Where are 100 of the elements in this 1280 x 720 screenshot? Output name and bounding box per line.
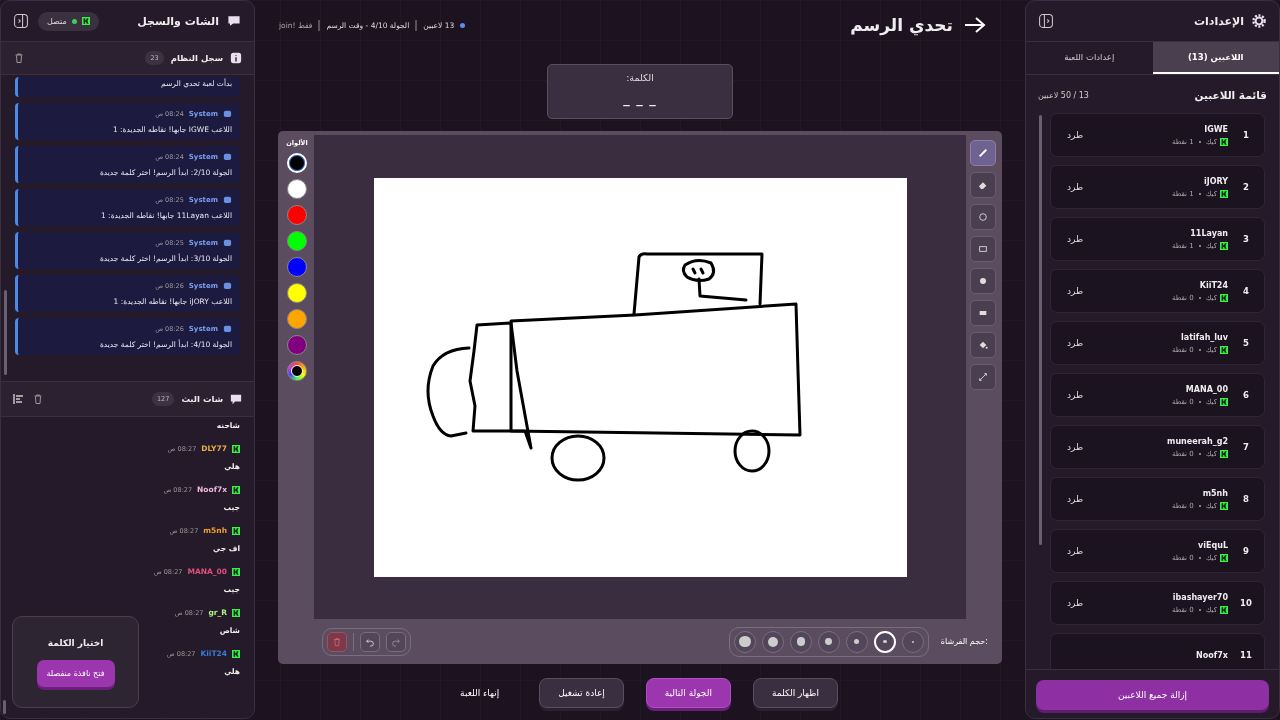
chat-icon [230,393,242,405]
rank: 2 [1242,182,1250,192]
remove-all-button[interactable]: إزالة جميع اللاعبين [1036,680,1269,710]
undo-button[interactable] [360,631,380,652]
logo-icon [1220,605,1228,614]
settings-icon [1251,13,1267,29]
bot-icon [223,324,232,333]
logo-icon [1220,241,1228,250]
brush-size-button[interactable] [761,630,784,653]
logo-icon [1220,189,1228,198]
bot-icon [223,109,232,118]
bot-icon [223,238,232,247]
brush-size-button[interactable] [789,630,812,653]
color-swatch[interactable] [287,283,307,303]
info-icon [230,52,242,64]
logo-icon [1220,553,1228,562]
tab[interactable]: إعدادات اللعبة [1026,42,1153,74]
logo-icon [232,649,240,658]
rank: 1 [1242,130,1250,140]
brush-size-label: حجم الفرشاة: [940,637,988,646]
collapse-icon[interactable] [1038,13,1054,29]
kick-button[interactable]: طرد [1063,180,1088,194]
rank: 7 [1242,442,1250,452]
player-count: 13 / 50 لاعبين [1038,90,1089,100]
line-icon [977,371,989,383]
brush-size-button[interactable] [733,630,756,653]
trash-icon[interactable] [32,393,44,405]
rectangle-icon [977,243,989,255]
tool-button[interactable] [970,300,996,326]
kick-button[interactable]: طرد [1063,492,1088,506]
rank: 9 [1242,546,1250,556]
hidden-word: _ _ _ [623,91,657,106]
logo-icon [81,17,90,25]
trash-icon [332,636,342,647]
panel-title: الإعدادات [1193,14,1244,28]
tool-button[interactable] [970,236,996,262]
tab[interactable]: اللاعبين (13) [1152,42,1279,74]
fill-icon [977,339,989,351]
logo-icon [1220,449,1228,458]
kick-button[interactable]: طرد [1063,440,1088,454]
player-name: latifah_luv [1180,332,1228,342]
tool-button[interactable] [970,364,996,390]
logo-icon [1220,137,1228,146]
kick-button[interactable]: طرد [1063,128,1088,142]
tool-button[interactable] [970,172,996,198]
circle-icon [977,211,989,223]
open-window-button[interactable]: فتح نافذة منفصلة [36,659,115,687]
logo-icon [232,608,240,617]
tool-button[interactable] [970,332,996,358]
tool-button[interactable] [970,140,996,166]
logo-icon [1220,501,1228,510]
action-button[interactable]: الجولة التالية [645,678,731,708]
color-swatch[interactable] [287,179,307,199]
status-dot [460,22,466,28]
trash-icon[interactable] [13,52,25,64]
color-swatch[interactable] [287,257,307,277]
kick-button[interactable]: طرد [1063,284,1088,298]
kick-button[interactable]: طرد [1063,336,1088,350]
section-title: قائمة اللاعبين [1194,89,1267,101]
color-picker[interactable] [287,361,307,381]
player-name: iJORY [1202,176,1228,186]
rank: 8 [1242,494,1250,504]
action-button[interactable]: اظهار الكلمة [752,678,838,708]
drawing-canvas[interactable] [373,177,907,577]
rank: 3 [1242,234,1250,244]
kick-button[interactable]: طرد [1063,596,1088,610]
color-swatch[interactable] [287,205,307,225]
logo-icon [1220,345,1228,354]
tool-button[interactable] [970,204,996,230]
action-button[interactable]: إنهاء اللعبة [442,678,518,708]
align-icon[interactable] [13,393,25,405]
scrollbar[interactable] [3,700,6,714]
rank: 5 [1242,338,1250,348]
brush-size-button[interactable] [845,630,868,653]
collapse-icon[interactable] [13,13,29,29]
player-name: 11Layan [1189,228,1228,238]
color-swatch[interactable] [287,335,307,355]
scrollbar[interactable] [4,290,7,375]
bot-icon [223,195,232,204]
action-button[interactable]: إعادة تشغيل [539,678,624,708]
redo-icon [391,636,401,647]
game-title: تحدي الرسم [850,15,953,35]
player-name: Noof7x [1196,650,1228,660]
kick-button[interactable]: طرد [1063,232,1088,246]
logo-icon [1220,397,1228,406]
player-name: MANA_00 [1184,384,1228,394]
kick-button[interactable]: طرد [1063,388,1088,402]
scrollbar[interactable] [1039,115,1042,545]
rank: 11 [1240,650,1252,660]
color-swatch[interactable] [287,231,307,251]
kick-button[interactable]: طرد [1063,544,1088,558]
color-swatch[interactable] [287,309,307,329]
back-arrow-icon[interactable] [963,15,987,35]
undo-icon [365,636,375,647]
section-title: شات البث [181,394,223,404]
brush-size-button[interactable] [817,630,840,653]
player-name: viEquL [1197,540,1228,550]
player-name: IGWE [1203,124,1228,134]
tool-button[interactable] [970,268,996,294]
card-title: اختيار الكلمة [47,637,104,648]
